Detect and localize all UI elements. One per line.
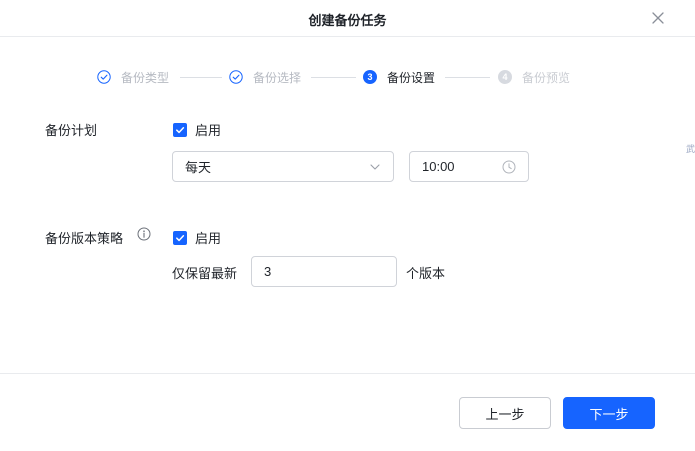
step-backup-settings: 3 备份设置 [363,68,435,86]
footer-divider [0,373,695,374]
time-value: 10:00 [422,159,455,174]
create-backup-dialog: 创建备份任务 备份类型 备份选择 3 备份设置 4 备份预览 备份计划 启用 每… [0,0,695,451]
step-label: 备份类型 [121,70,170,85]
step-number-badge: 3 [363,70,377,84]
schedule-enable-checkbox[interactable]: 启用 [173,120,221,139]
version-policy-enable-checkbox[interactable]: 启用 [173,228,221,247]
step-number-badge: 4 [498,70,512,84]
checkbox-label: 启用 [195,123,222,138]
checkmark-icon [176,126,185,133]
keep-latest-label: 仅保留最新 [172,266,238,281]
dialog-title: 创建备份任务 [308,13,387,28]
step-backup-type: 备份类型 [97,68,169,86]
checkbox-checked [173,122,187,137]
dialog-header: 创建备份任务 [0,0,695,37]
edge-text: 武 [686,144,695,154]
time-picker[interactable]: 10:00 [409,151,529,182]
close-button[interactable] [648,8,668,28]
info-icon[interactable] [137,227,151,241]
versions-unit-label: 个版本 [406,266,446,281]
step-label: 备份设置 [387,70,436,85]
step-connector [180,77,222,78]
step-connector [311,77,356,78]
step-connector [445,77,490,78]
previous-step-button[interactable]: 上一步 [459,397,551,429]
close-icon [652,12,664,24]
version-policy-label: 备份版本策略 [45,231,124,246]
frequency-value: 每天 [185,160,212,175]
keep-count-input[interactable] [251,256,397,287]
backup-schedule-label: 备份计划 [45,123,98,138]
clock-icon [502,160,516,173]
step-indicator: 备份类型 备份选择 3 备份设置 4 备份预览 [97,68,597,86]
step-backup-selection: 备份选择 [229,68,301,86]
checkbox-checked [173,230,187,245]
frequency-select[interactable]: 每天 [172,151,394,182]
checkbox-label: 启用 [195,231,222,246]
check-circle-icon [97,70,111,84]
step-label: 备份预览 [522,70,571,85]
check-circle-icon [229,70,243,84]
step-label: 备份选择 [253,70,302,85]
chevron-down-icon [370,163,380,170]
checkmark-icon [176,234,185,241]
next-step-button[interactable]: 下一步 [563,397,655,429]
step-backup-preview: 4 备份预览 [498,68,570,86]
